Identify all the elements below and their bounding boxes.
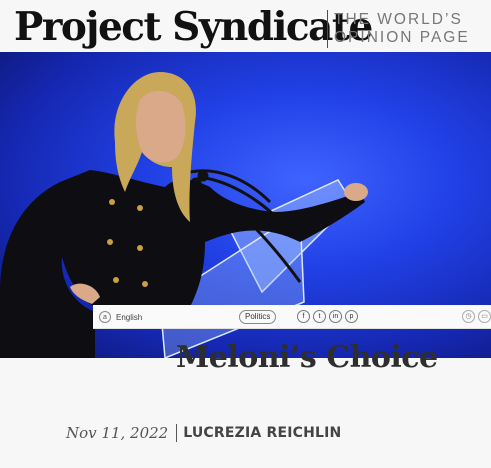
logo-divider [327, 10, 328, 48]
article-byline: Nov 11, 2022 LUCREZIA REICHLIN [66, 424, 341, 442]
article-tools: ◷ ▭ [462, 310, 491, 323]
article-toolbar: a English Politics f t in p ◷ ▭ [93, 305, 491, 329]
language-selector[interactable]: a English [99, 310, 142, 324]
share-buttons: f t in p [297, 310, 358, 323]
clock-icon[interactable]: ◷ [462, 310, 475, 323]
byline-divider [176, 424, 178, 442]
category-tag[interactable]: Politics [239, 310, 277, 324]
author-link[interactable]: LUCREZIA REICHLIN [183, 425, 341, 441]
tagline-line-1: THE WORLD’S [334, 11, 463, 28]
bookmark-icon[interactable]: ▭ [478, 310, 491, 323]
publish-date: Nov 11, 2022 [66, 424, 169, 442]
pinterest-icon[interactable]: p [345, 310, 358, 323]
language-label: English [116, 312, 143, 322]
site-header: Project Syndicate THE WORLD’S OPINION PA… [0, 0, 491, 52]
linkedin-icon[interactable]: in [329, 310, 342, 323]
article-title: Meloni’s Choice [176, 340, 438, 375]
site-logo[interactable]: Project Syndicate [14, 2, 373, 52]
site-tagline: THE WORLD’S OPINION PAGE [334, 11, 470, 47]
twitter-icon[interactable]: t [313, 310, 326, 323]
globe-icon: a [99, 311, 111, 323]
tagline-line-2: OPINION PAGE [334, 29, 470, 46]
facebook-icon[interactable]: f [297, 310, 310, 323]
